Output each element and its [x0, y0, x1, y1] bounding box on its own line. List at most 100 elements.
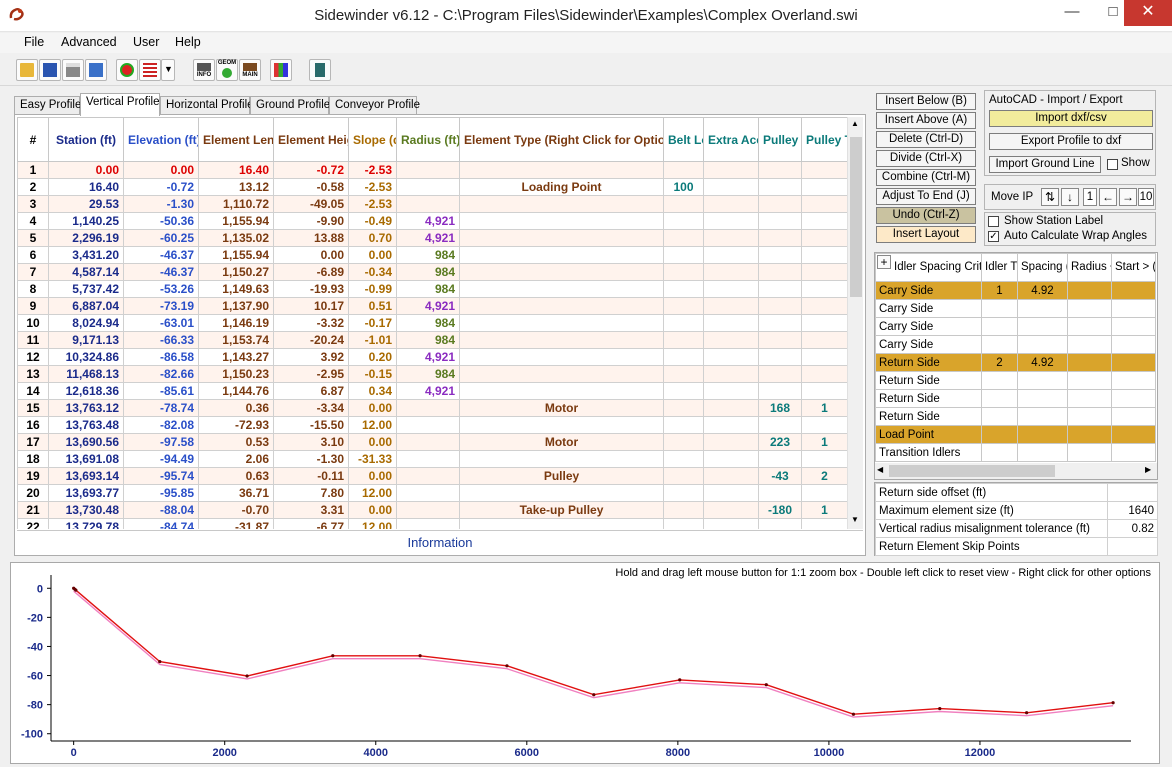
table-row[interactable]: Carry Side	[875, 299, 1156, 318]
idler-cell[interactable]	[1111, 407, 1156, 426]
grid-cell[interactable]	[703, 518, 759, 529]
grid-cell[interactable]: -0.17	[348, 314, 397, 332]
table-row[interactable]: Return Side	[875, 389, 1156, 408]
grid-cell[interactable]: -49.05	[273, 195, 349, 213]
table-row[interactable]: 17 13,690.56 -97.58 0.53 3.10 0.00 Motor 223 1	[17, 433, 847, 451]
grid-cell[interactable]: 16.40	[48, 178, 124, 196]
grid-cell[interactable]: 1	[17, 161, 49, 179]
tab-vertical-profile[interactable]: Vertical Profile	[80, 93, 160, 116]
menu-help[interactable]: Help	[175, 35, 201, 49]
grid-cell[interactable]	[396, 467, 460, 485]
grid-cell[interactable]: -73.19	[123, 297, 199, 315]
save-icon[interactable]	[39, 59, 61, 81]
grid-cell[interactable]: 12.00	[348, 416, 397, 434]
grid-cell[interactable]: 0.00	[348, 246, 397, 264]
grid-cell[interactable]	[703, 365, 759, 383]
grid-cell[interactable]	[663, 501, 704, 519]
grid-cell[interactable]	[758, 518, 802, 529]
grid-cell[interactable]	[801, 246, 847, 264]
grid-cell[interactable]	[758, 161, 802, 179]
grid-cell[interactable]: Motor	[459, 433, 664, 451]
grid-cell[interactable]	[459, 297, 664, 315]
table-row[interactable]: Return side offset (ft)	[875, 483, 1158, 502]
grid-cell[interactable]	[703, 416, 759, 434]
import-ground-line-button[interactable]: Import Ground Line	[989, 156, 1101, 173]
idler-cell[interactable]	[1067, 371, 1112, 390]
add-idler-button[interactable]: +	[877, 255, 891, 269]
grid-cell[interactable]: 4,921	[396, 297, 460, 315]
grid-cell[interactable]: 10	[17, 314, 49, 332]
grid-cell[interactable]	[459, 212, 664, 230]
grid-cell[interactable]: Motor	[459, 399, 664, 417]
move-right-icon[interactable]: →	[1119, 188, 1137, 206]
grid-cell[interactable]	[396, 433, 460, 451]
grid-cell[interactable]	[801, 212, 847, 230]
idler-cell[interactable]	[1017, 371, 1068, 390]
grid-cell[interactable]: 1,155.94	[198, 246, 274, 264]
show-station-label-checkbox[interactable]	[988, 216, 999, 227]
grid-cell[interactable]: -3.32	[273, 314, 349, 332]
grid-cell[interactable]: 1,150.27	[198, 263, 274, 281]
grid-cell[interactable]: -180	[758, 501, 802, 519]
idler-cell[interactable]	[1017, 443, 1068, 462]
grid-cell[interactable]	[703, 229, 759, 247]
flag-icon[interactable]	[139, 59, 161, 81]
grid-cell[interactable]	[703, 382, 759, 400]
grid-cell[interactable]	[396, 161, 460, 179]
grid-cell[interactable]: 1	[801, 399, 847, 417]
grid-cell[interactable]: 13.88	[273, 229, 349, 247]
grid-cell[interactable]	[459, 263, 664, 281]
grid-cell[interactable]: 2,296.19	[48, 229, 124, 247]
grid-cell[interactable]: -2.53	[348, 161, 397, 179]
grid-cell[interactable]	[758, 416, 802, 434]
grid-cell[interactable]: 2	[801, 467, 847, 485]
idler-cell[interactable]	[1067, 389, 1112, 408]
grid-cell[interactable]: 984	[396, 314, 460, 332]
grid-cell[interactable]	[663, 365, 704, 383]
grid-cell[interactable]	[703, 467, 759, 485]
grid-cell[interactable]	[801, 331, 847, 349]
idler-cell[interactable]	[1067, 281, 1112, 300]
idler-cell[interactable]	[1067, 353, 1112, 372]
grid-cell[interactable]: 4,921	[396, 382, 460, 400]
grid-cell[interactable]	[459, 246, 664, 264]
open-folder-icon[interactable]	[16, 59, 38, 81]
edit-icon[interactable]	[85, 59, 107, 81]
grid-cell[interactable]: -94.49	[123, 450, 199, 468]
idler-horizontal-scrollbar[interactable]: ◀ ▶	[875, 463, 1157, 479]
grid-cell[interactable]: 18	[17, 450, 49, 468]
close-button[interactable]: ✕	[1124, 0, 1172, 26]
grid-cell[interactable]: -0.72	[123, 178, 199, 196]
grid-cell[interactable]: -95.85	[123, 484, 199, 502]
table-row[interactable]: 9 6,887.04 -73.19 1,137.90 10.17 0.51 4,921	[17, 297, 847, 315]
grid-cell[interactable]	[703, 297, 759, 315]
grid-cell[interactable]	[801, 195, 847, 213]
grid-cell[interactable]	[801, 518, 847, 529]
grid-cell[interactable]: -0.99	[348, 280, 397, 298]
grid-cell[interactable]: 984	[396, 246, 460, 264]
grid-cell[interactable]	[396, 450, 460, 468]
idler-cell[interactable]	[981, 299, 1018, 318]
grid-cell[interactable]	[758, 382, 802, 400]
grid-cell[interactable]: -0.58	[273, 178, 349, 196]
grid-cell[interactable]	[663, 450, 704, 468]
insert-layout-button[interactable]: Insert Layout	[876, 226, 976, 243]
minimize-button[interactable]: —	[1049, 0, 1095, 26]
grid-cell[interactable]	[703, 348, 759, 366]
grid-cell[interactable]: -85.61	[123, 382, 199, 400]
grid-cell[interactable]	[459, 229, 664, 247]
grid-cell[interactable]: -31.87	[198, 518, 274, 529]
grid-cell[interactable]	[396, 195, 460, 213]
idler-cell[interactable]: Carry Side	[875, 299, 982, 318]
grid-cell[interactable]	[663, 348, 704, 366]
idler-cell[interactable]	[981, 443, 1018, 462]
grid-cell[interactable]: 29.53	[48, 195, 124, 213]
grid-cell[interactable]	[663, 467, 704, 485]
idler-cell[interactable]	[1111, 353, 1156, 372]
grid-cell[interactable]: 36.71	[198, 484, 274, 502]
undo-button[interactable]: Undo (Ctrl-Z)	[876, 207, 976, 224]
grid-cell[interactable]: 0.51	[348, 297, 397, 315]
table-row[interactable]: 7 4,587.14 -46.37 1,150.27 -6.89 -0.34 984	[17, 263, 847, 281]
move-down-icon[interactable]: ↓	[1061, 188, 1079, 206]
grid-cell[interactable]: -50.36	[123, 212, 199, 230]
